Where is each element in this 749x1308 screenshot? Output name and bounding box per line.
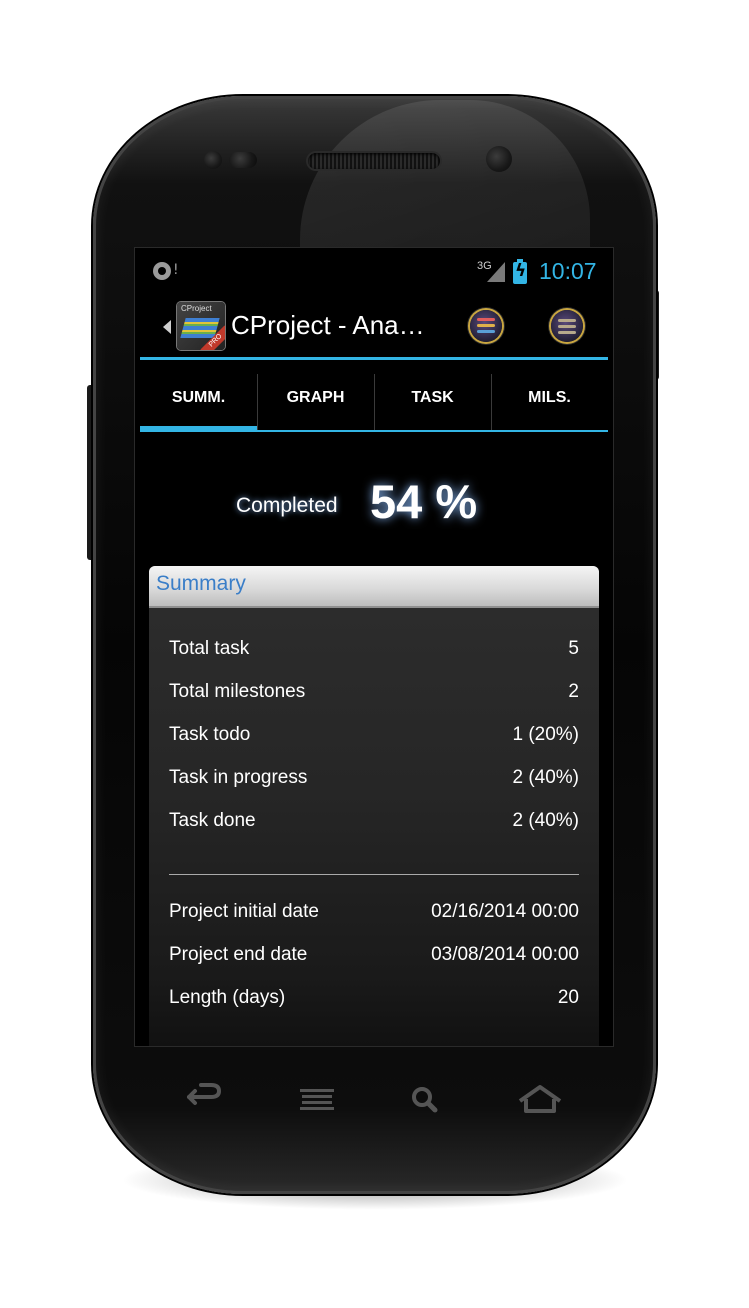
stat-value: 2 bbox=[568, 681, 579, 702]
tab-strip: SUMM. GRAPH TASK MILS. bbox=[140, 370, 608, 432]
summary-card-title: Summary bbox=[156, 572, 246, 595]
home-icon[interactable] bbox=[510, 1065, 570, 1125]
tab-summary[interactable]: SUMM. bbox=[140, 370, 257, 432]
stat-value: 5 bbox=[568, 638, 579, 659]
tab-task-indicator bbox=[374, 430, 491, 432]
stat-label: Task todo bbox=[169, 724, 251, 745]
stat-row-task-todo: Task todo 1 (20%) bbox=[169, 716, 579, 756]
stat-label: Total task bbox=[169, 638, 250, 659]
completed-label: Completed bbox=[236, 494, 338, 517]
tab-milestones-label: MILS. bbox=[528, 389, 571, 406]
date-row-end: Project end date 03/08/2014 00:00 bbox=[169, 936, 579, 976]
tab-milestones[interactable]: MILS. bbox=[491, 370, 608, 432]
signal-icon bbox=[487, 262, 505, 282]
date-label: Project end date bbox=[169, 944, 308, 965]
status-clock: 10:07 bbox=[539, 258, 597, 284]
tab-task-label: TASK bbox=[411, 389, 454, 406]
search-icon[interactable] bbox=[397, 1065, 457, 1125]
up-caret-icon[interactable] bbox=[163, 320, 171, 334]
date-value: 03/08/2014 00:00 bbox=[431, 944, 579, 965]
overflow-menu-icon[interactable] bbox=[551, 310, 583, 342]
date-label: Project initial date bbox=[169, 901, 319, 922]
tab-graph-label: GRAPH bbox=[286, 389, 345, 406]
date-label: Length (days) bbox=[169, 987, 286, 1008]
action-bar: CProject PRO CProject - Ana… bbox=[135, 296, 613, 358]
earpiece-speaker bbox=[308, 153, 440, 169]
completed-value: 54 % bbox=[370, 475, 478, 528]
tab-graph[interactable]: GRAPH bbox=[257, 370, 374, 432]
stat-value: 1 (20%) bbox=[512, 724, 579, 745]
light-sensor bbox=[229, 152, 257, 168]
charging-bolt-icon: ϟ bbox=[515, 261, 527, 281]
device-stage: ! 3G ϟ 10:07 CProject PRO CProject - Ana… bbox=[0, 0, 749, 1308]
completion-summary: Completed 54 % bbox=[135, 474, 613, 534]
tab-summary-label: SUMM. bbox=[171, 389, 226, 406]
tab-summary-indicator bbox=[140, 426, 257, 432]
sync-alert-icon bbox=[153, 262, 171, 280]
summary-card-body: Total task 5 Total milestones 2 Task tod… bbox=[149, 608, 599, 1046]
stat-label: Total milestones bbox=[169, 681, 306, 702]
tab-graph-indicator bbox=[257, 430, 374, 432]
stat-value: 2 (40%) bbox=[512, 810, 579, 831]
app-title: CProject - Ana… bbox=[231, 310, 425, 340]
stat-row-task-in-progress: Task in progress 2 (40%) bbox=[169, 759, 579, 799]
logo-text: CProject bbox=[181, 304, 212, 313]
summary-divider bbox=[169, 874, 579, 875]
tab-milestones-indicator bbox=[491, 430, 608, 432]
summary-card: Summary Total task 5 Total milestones 2 … bbox=[149, 566, 599, 1046]
date-row-initial: Project initial date 02/16/2014 00:00 bbox=[169, 893, 579, 933]
tab-task[interactable]: TASK bbox=[374, 370, 491, 432]
stat-value: 2 (40%) bbox=[512, 767, 579, 788]
summary-card-header: Summary bbox=[149, 566, 599, 608]
stat-row-task-done: Task done 2 (40%) bbox=[169, 802, 579, 842]
stat-label: Task done bbox=[169, 810, 256, 831]
action-bar-divider bbox=[140, 357, 608, 360]
layers-icon[interactable] bbox=[470, 310, 502, 342]
screen: ! 3G ϟ 10:07 CProject PRO CProject - Ana… bbox=[135, 248, 613, 1046]
date-value: 20 bbox=[557, 987, 579, 1008]
menu-icon[interactable] bbox=[288, 1065, 348, 1125]
front-camera bbox=[486, 146, 512, 172]
stat-row-total-task: Total task 5 bbox=[169, 630, 579, 670]
app-logo[interactable]: CProject PRO bbox=[177, 302, 225, 350]
date-row-length: Length (days) 20 bbox=[169, 979, 579, 1019]
back-icon[interactable] bbox=[175, 1065, 235, 1125]
alert-mark-icon: ! bbox=[173, 262, 179, 278]
navigation-bar bbox=[135, 1065, 613, 1140]
proximity-sensor bbox=[204, 151, 222, 169]
status-bar: ! 3G ϟ 10:07 bbox=[135, 248, 613, 296]
stat-label: Task in progress bbox=[169, 767, 308, 788]
stat-row-total-milestones: Total milestones 2 bbox=[169, 673, 579, 713]
date-value: 02/16/2014 00:00 bbox=[431, 901, 579, 922]
